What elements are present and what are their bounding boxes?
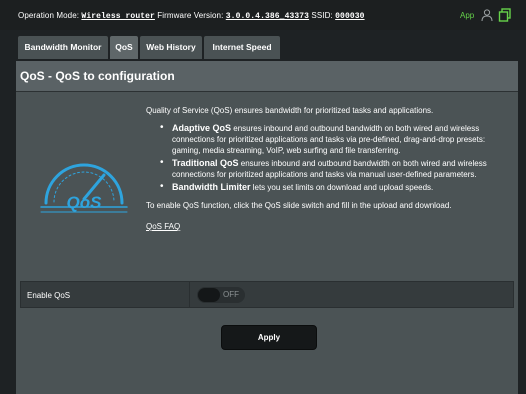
ssid-link[interactable]: 000030 [335,12,364,21]
list-item: Adaptive QoS ensures inbound and outboun… [160,122,508,156]
qos-logo-text: QoS [67,193,103,212]
tab-internet-speed[interactable]: Internet Speed [204,36,280,59]
bullet-term: Adaptive QoS [172,123,232,133]
operation-mode-label: Operation Mode: [18,11,80,20]
qos-description: Quality of Service (QoS) ensures bandwid… [146,105,508,232]
row-divider [189,282,190,307]
qos-panel: QoS - QoS to configuration QoS Quality o… [16,61,518,394]
firmware-link[interactable]: 3.0.0.4.386_43373 [226,12,309,21]
qos-faq-link[interactable]: QoS FAQ [146,221,180,232]
divider [16,91,518,92]
app-label[interactable]: App [460,11,474,20]
enable-qos-toggle[interactable]: OFF [197,287,245,303]
toggle-state: OFF [223,290,239,299]
operation-mode-link[interactable]: Wireless router [81,12,155,21]
status-line: Operation Mode: Wireless router Firmware… [18,11,365,21]
bullet-term: Traditional QoS [172,158,239,168]
bullet-term: Bandwidth Limiter [172,182,251,192]
enable-qos-row: Enable QoS OFF [20,281,514,308]
top-status-bar: Operation Mode: Wireless router Firmware… [0,0,526,30]
tab-web-history[interactable]: Web History [140,36,202,59]
qos-logo-icon: QoS [40,163,128,213]
user-icon[interactable] [480,8,494,22]
copy-icon[interactable] [498,8,512,22]
bullet-text: lets you set limits on download and uplo… [250,183,434,192]
tab-bandwidth-monitor[interactable]: Bandwidth Monitor [18,36,108,59]
ssid-label: SSID: [311,11,333,20]
toggle-knob [198,288,220,302]
qos-feature-list: Adaptive QoS ensures inbound and outboun… [160,122,508,193]
page-title: QoS - QoS to configuration [16,61,518,91]
enable-note: To enable QoS function, click the QoS sl… [146,201,452,210]
apply-button[interactable]: Apply [221,325,317,350]
list-item: Bandwidth Limiter lets you set limits on… [160,181,508,193]
enable-qos-label: Enable QoS [27,291,71,300]
tab-qos[interactable]: QoS [110,36,138,59]
qos-intro: Quality of Service (QoS) ensures bandwid… [146,106,434,115]
list-item: Traditional QoS ensures inbound and outb… [160,157,508,180]
firmware-label: Firmware Version: [157,11,224,20]
